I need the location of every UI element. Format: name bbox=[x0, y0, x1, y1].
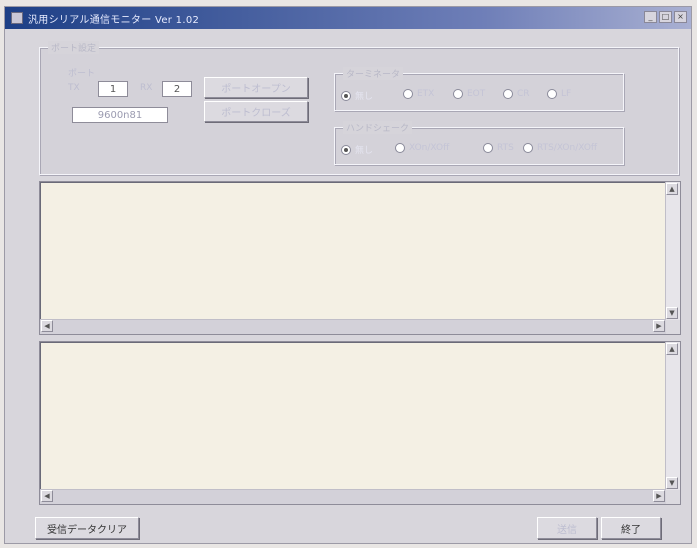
terminator-option-etx[interactable]: ETX bbox=[403, 89, 434, 99]
send-text-area[interactable]: ▲ ▼ ◀ ▶ bbox=[39, 341, 681, 505]
radio-off-icon bbox=[523, 143, 533, 153]
radio-off-icon bbox=[503, 89, 513, 99]
terminator-legend: ターミネータ bbox=[343, 67, 404, 80]
handshake-option-xonxoff[interactable]: XOn/XOff bbox=[395, 143, 449, 153]
terminator-option-none-label: 無し bbox=[355, 92, 374, 102]
radio-off-icon bbox=[403, 89, 413, 99]
terminator-option-etx-label: ETX bbox=[417, 89, 435, 99]
radio-off-icon bbox=[483, 143, 493, 153]
rx-port-field[interactable]: 2 bbox=[162, 81, 192, 97]
terminator-option-eot[interactable]: EOT bbox=[453, 89, 485, 99]
handshake-option-rts-label: RTS bbox=[497, 143, 514, 153]
terminator-option-cr-label: CR bbox=[517, 89, 530, 99]
baud-rate-field[interactable]: 9600n81 bbox=[72, 107, 168, 123]
scroll-right-icon[interactable]: ▶ bbox=[653, 490, 665, 502]
tx-port-field[interactable]: 1 bbox=[98, 81, 128, 97]
receive-horizontal-scrollbar[interactable]: ◀ ▶ bbox=[40, 319, 666, 334]
scroll-down-icon[interactable]: ▼ bbox=[666, 477, 678, 489]
send-vertical-scrollbar[interactable]: ▲ ▼ bbox=[665, 342, 680, 490]
terminator-option-cr[interactable]: CR bbox=[503, 89, 530, 99]
scroll-up-icon[interactable]: ▲ bbox=[666, 183, 678, 195]
minimize-button[interactable]: _ bbox=[644, 11, 657, 23]
port-close-button[interactable]: ポートクローズ bbox=[204, 101, 308, 122]
handshake-option-none[interactable]: 無し bbox=[341, 143, 373, 156]
send-horizontal-scrollbar[interactable]: ◀ ▶ bbox=[40, 489, 666, 504]
title-bar[interactable]: 汎用シリアル通信モニター Ver 1.02 _ □ × bbox=[5, 7, 691, 29]
scroll-right-icon[interactable]: ▶ bbox=[653, 320, 665, 332]
terminator-option-lf-label: LF bbox=[561, 89, 572, 99]
handshake-legend: ハンドシェーク bbox=[343, 121, 413, 134]
scroll-left-icon[interactable]: ◀ bbox=[41, 320, 53, 332]
handshake-option-rts-xonxoff-label: RTS/XOn/XOff bbox=[537, 143, 598, 153]
receive-vertical-scrollbar[interactable]: ▲ ▼ bbox=[665, 182, 680, 320]
scroll-corner bbox=[666, 320, 680, 334]
scroll-corner bbox=[666, 490, 680, 504]
handshake-group: ハンドシェーク 無し XOn/XOff RTS RTS/XOn/XOff bbox=[334, 121, 624, 165]
receive-text-area[interactable]: ▲ ▼ ◀ ▶ bbox=[39, 181, 681, 335]
handshake-option-none-label: 無し bbox=[355, 146, 374, 156]
scroll-up-icon[interactable]: ▲ bbox=[666, 343, 678, 355]
scroll-down-icon[interactable]: ▼ bbox=[666, 307, 678, 319]
app-window: 汎用シリアル通信モニター Ver 1.02 _ □ × ポート設定 ポート TX… bbox=[4, 6, 692, 544]
terminator-option-lf[interactable]: LF bbox=[547, 89, 571, 99]
exit-button[interactable]: 終了 bbox=[601, 517, 661, 539]
port-settings-legend: ポート設定 bbox=[48, 41, 100, 54]
handshake-option-rts[interactable]: RTS bbox=[483, 143, 514, 153]
terminator-group: ターミネータ 無し ETX EOT CR LF bbox=[334, 67, 624, 111]
port-settings-group: ポート設定 ポート TX 1 RX 2 9600n81 ポートオープン ポートク… bbox=[39, 41, 679, 175]
terminator-option-none[interactable]: 無し bbox=[341, 89, 373, 102]
radio-off-icon bbox=[453, 89, 463, 99]
radio-on-icon bbox=[341, 144, 351, 155]
port-open-button[interactable]: ポートオープン bbox=[204, 77, 308, 98]
terminator-option-eot-label: EOT bbox=[467, 89, 486, 99]
handshake-option-rts-xonxoff[interactable]: RTS/XOn/XOff bbox=[523, 143, 597, 153]
radio-off-icon bbox=[547, 89, 557, 99]
handshake-option-xonxoff-label: XOn/XOff bbox=[409, 143, 450, 153]
radio-on-icon bbox=[341, 90, 351, 101]
radio-off-icon bbox=[395, 143, 405, 153]
tx-label: TX bbox=[68, 83, 80, 93]
send-button[interactable]: 送信 bbox=[537, 517, 597, 539]
window-title: 汎用シリアル通信モニター Ver 1.02 bbox=[28, 14, 200, 26]
window-controls: _ □ × bbox=[644, 11, 687, 23]
port-label: ポート bbox=[68, 69, 96, 79]
scroll-left-icon[interactable]: ◀ bbox=[41, 490, 53, 502]
close-button[interactable]: × bbox=[674, 11, 687, 23]
clear-received-data-button[interactable]: 受信データクリア bbox=[35, 517, 139, 539]
maximize-button[interactable]: □ bbox=[659, 11, 672, 23]
app-icon[interactable] bbox=[11, 12, 23, 24]
rx-label: RX bbox=[140, 83, 153, 93]
